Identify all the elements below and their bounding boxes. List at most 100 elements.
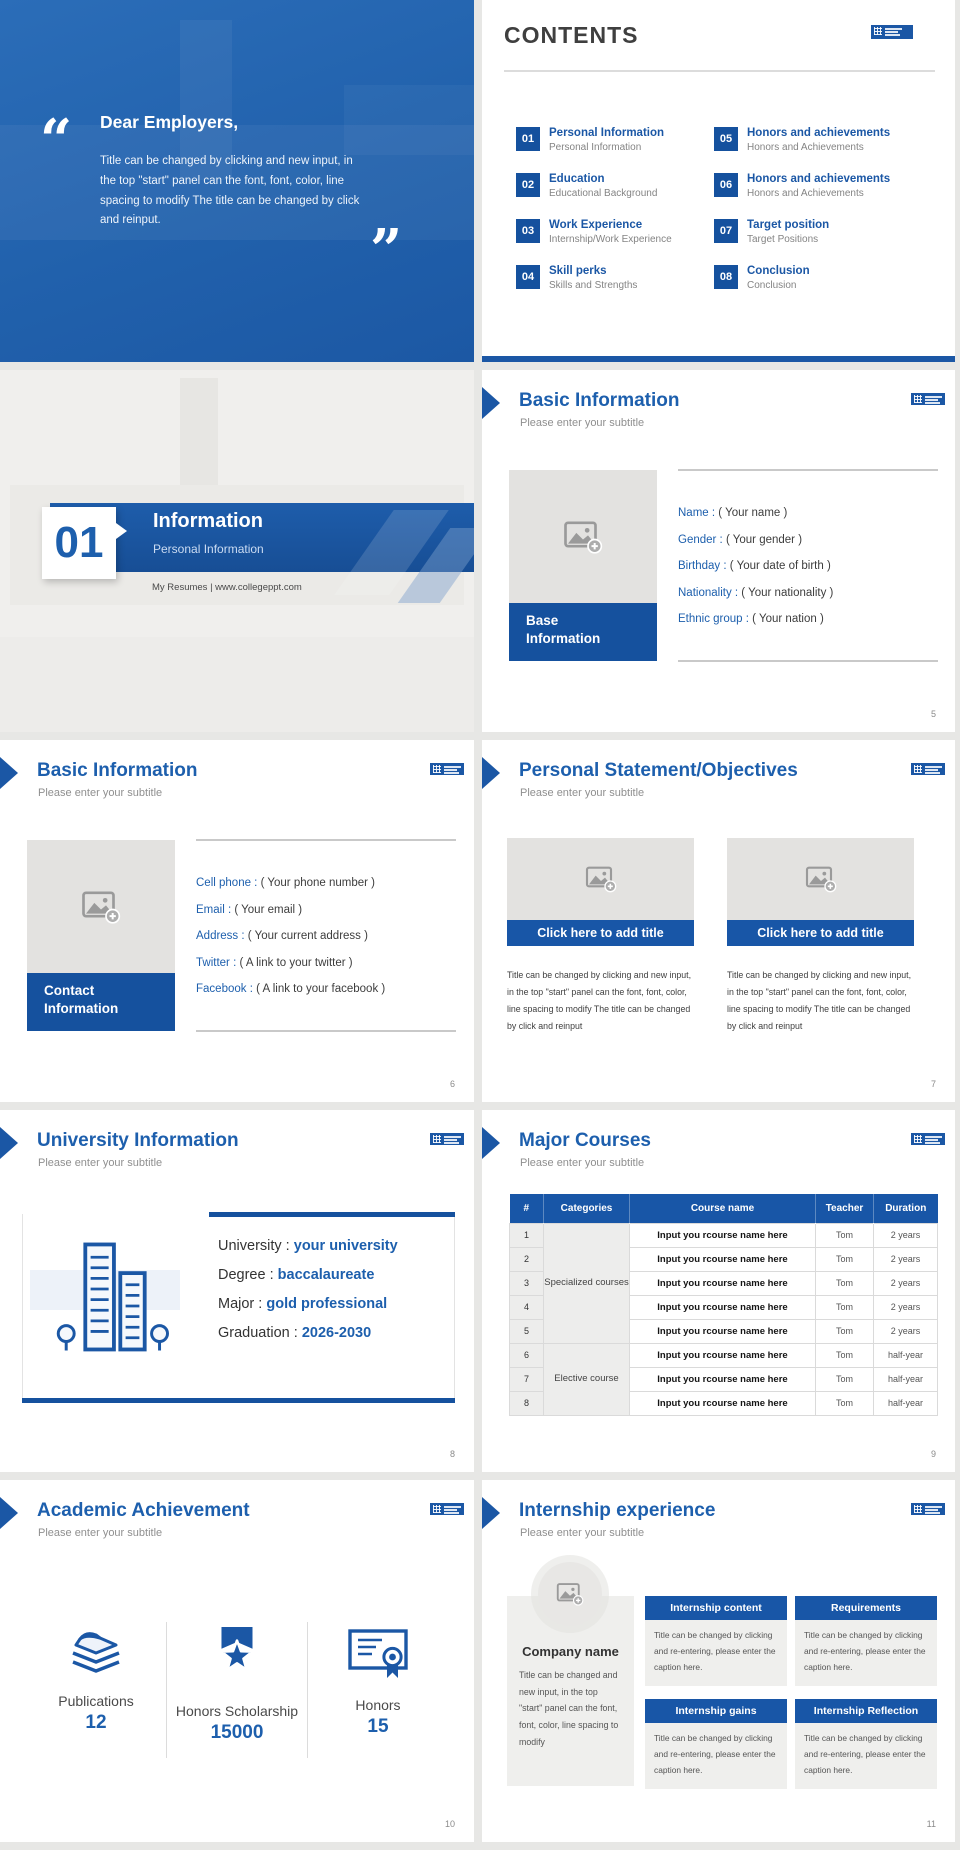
photo-placeholder[interactable] bbox=[727, 838, 914, 920]
field-value: ( Your email ) bbox=[234, 904, 302, 916]
toc-item[interactable]: 07 Target position Target Positions bbox=[714, 219, 912, 245]
add-title-button[interactable]: Click here to add title bbox=[507, 920, 694, 946]
internship-card: Internship content Title can be changed … bbox=[645, 1596, 787, 1686]
image-placeholder-icon bbox=[556, 1580, 584, 1608]
slide-basic-info-contact[interactable]: Basic Information Please enter your subt… bbox=[0, 740, 474, 1102]
cell-number: 8 bbox=[510, 1391, 544, 1415]
photo-placeholder[interactable] bbox=[509, 470, 657, 603]
detail-value: 2026-2030 bbox=[302, 1325, 371, 1341]
field-value: ( A link to your facebook ) bbox=[256, 983, 385, 995]
slide-contents[interactable]: CONTENTS 01 Personal Information Persona… bbox=[482, 0, 955, 362]
field-colon: : bbox=[238, 930, 248, 942]
add-title-button[interactable]: Click here to add title bbox=[727, 920, 914, 946]
field-value: ( Your name ) bbox=[718, 507, 787, 519]
field-label: Facebook bbox=[196, 983, 247, 995]
field-row: Birthday : ( Your date of birth ) bbox=[678, 560, 938, 587]
toc-item[interactable]: 06 Honors and achievements Honors and Ac… bbox=[714, 173, 912, 199]
slide-basic-info-base[interactable]: Basic Information Please enter your subt… bbox=[482, 370, 955, 732]
cell-duration: 2 years bbox=[874, 1223, 938, 1247]
footer-text: My Resumes | www.collegeppt.com bbox=[152, 582, 302, 593]
cell-course: Input you rcourse name here bbox=[630, 1247, 816, 1271]
toc-item[interactable]: 01 Personal Information Personal Informa… bbox=[516, 127, 714, 153]
certificate-icon bbox=[347, 1626, 409, 1680]
page-number: 9 bbox=[931, 1449, 936, 1459]
slide-major-courses[interactable]: Major Courses Please enter your subtitle… bbox=[482, 1110, 955, 1472]
cell-number: 7 bbox=[510, 1367, 544, 1391]
cell-course: Input you rcourse name here bbox=[630, 1343, 816, 1367]
cell-number: 3 bbox=[510, 1271, 544, 1295]
brand-logo-icon bbox=[911, 1133, 945, 1145]
title-arrow-icon bbox=[482, 1497, 500, 1529]
slide-university-info[interactable]: University Information Please enter your… bbox=[0, 1110, 474, 1472]
image-placeholder-icon bbox=[563, 517, 603, 557]
field-label: Gender bbox=[678, 534, 716, 546]
field-colon: : bbox=[709, 507, 719, 519]
column-header: Categories bbox=[544, 1194, 630, 1223]
detail-row: Major : gold professional bbox=[218, 1296, 398, 1312]
photo-placeholder[interactable] bbox=[507, 838, 694, 920]
stat-honors: Honors 15 bbox=[307, 1622, 448, 1758]
cell-course: Input you rcourse name here bbox=[630, 1295, 816, 1319]
books-icon bbox=[64, 1626, 128, 1676]
toc-item-subtitle: Educational Background bbox=[549, 188, 657, 199]
toc-item[interactable]: 08 Conclusion Conclusion bbox=[714, 265, 912, 291]
cell-teacher: Tom bbox=[816, 1391, 874, 1415]
field-row: Name : ( Your name ) bbox=[678, 507, 938, 534]
slide-personal-statement[interactable]: Personal Statement/Objectives Please ent… bbox=[482, 740, 955, 1102]
section-title: Information bbox=[153, 510, 263, 533]
company-photo-placeholder[interactable] bbox=[538, 1562, 602, 1626]
slide-cover-quote[interactable]: “ Dear Employers, Title can be changed b… bbox=[0, 0, 474, 362]
toc-number-badge: 02 bbox=[516, 173, 540, 197]
detail-row: Degree : baccalaureate bbox=[218, 1267, 398, 1283]
arrow-right-icon bbox=[116, 523, 127, 539]
internship-card: Internship gains Title can be changed by… bbox=[645, 1699, 787, 1789]
detail-value: gold professional bbox=[266, 1296, 387, 1312]
cell-teacher: Tom bbox=[816, 1295, 874, 1319]
achievement-stats: Publications 12 Honors Scholarship 15000… bbox=[26, 1622, 448, 1758]
detail-label: Major bbox=[218, 1296, 254, 1312]
company-text: Title can be changed and new input, in t… bbox=[507, 1667, 634, 1751]
statement-text: Title can be changed by clicking and new… bbox=[727, 967, 914, 1036]
cell-duration: 2 years bbox=[874, 1271, 938, 1295]
stat-value: 12 bbox=[26, 1712, 166, 1734]
title-arrow-icon bbox=[482, 387, 500, 419]
page-title: Basic Information bbox=[37, 760, 197, 782]
card-text: Title can be changed by clicking and re-… bbox=[795, 1723, 937, 1789]
detail-value: your university bbox=[294, 1238, 398, 1254]
cell-category: Elective course bbox=[544, 1343, 630, 1415]
university-building-icon bbox=[45, 1238, 185, 1357]
slide-internship-experience[interactable]: Internship experience Please enter your … bbox=[482, 1480, 955, 1842]
brand-logo-icon bbox=[430, 1503, 464, 1515]
detail-label: Degree bbox=[218, 1267, 266, 1283]
page-title: Personal Statement/Objectives bbox=[519, 760, 798, 782]
stat-label: Honors Scholarship bbox=[167, 1703, 307, 1719]
toc-item[interactable]: 02 Education Educational Background bbox=[516, 173, 714, 199]
toc-item[interactable]: 05 Honors and achievements Honors and Ac… bbox=[714, 127, 912, 153]
company-name: Company name bbox=[507, 1644, 634, 1659]
toc-number-badge: 01 bbox=[516, 127, 540, 151]
column-header: # bbox=[510, 1194, 544, 1223]
stat-scholarship: Honors Scholarship 15000 bbox=[166, 1622, 307, 1758]
slide-academic-achievement[interactable]: Academic Achievement Please enter your s… bbox=[0, 1480, 474, 1842]
card-text: Title can be changed by clicking and re-… bbox=[795, 1620, 937, 1686]
label-box: Contact Information bbox=[27, 973, 175, 1031]
internship-card: Requirements Title can be changed by cli… bbox=[795, 1596, 937, 1686]
photo-placeholder[interactable] bbox=[27, 840, 175, 973]
field-label: Twitter bbox=[196, 957, 230, 969]
statement-block: Click here to add title Title can be cha… bbox=[507, 838, 694, 1036]
divider bbox=[504, 70, 935, 72]
page-number: 10 bbox=[445, 1819, 455, 1829]
page-title: Academic Achievement bbox=[37, 1500, 250, 1522]
cell-course: Input you rcourse name here bbox=[630, 1367, 816, 1391]
page-subtitle: Please enter your subtitle bbox=[38, 1157, 162, 1169]
toc-item[interactable]: 04 Skill perks Skills and Strengths bbox=[516, 265, 714, 291]
toc-item-title: Education bbox=[549, 173, 657, 186]
page-subtitle: Please enter your subtitle bbox=[38, 1527, 162, 1539]
slide-section-cover[interactable]: 01 Information Personal Information My R… bbox=[0, 370, 474, 732]
bottom-accent-bar bbox=[482, 356, 955, 362]
brand-logo-icon bbox=[430, 763, 464, 775]
courses-table: # Categories Course name Teacher Duratio… bbox=[509, 1194, 938, 1416]
cell-number: 4 bbox=[510, 1295, 544, 1319]
field-row: Cell phone : ( Your phone number ) bbox=[196, 877, 456, 904]
toc-item[interactable]: 03 Work Experience Internship/Work Exper… bbox=[516, 219, 714, 245]
